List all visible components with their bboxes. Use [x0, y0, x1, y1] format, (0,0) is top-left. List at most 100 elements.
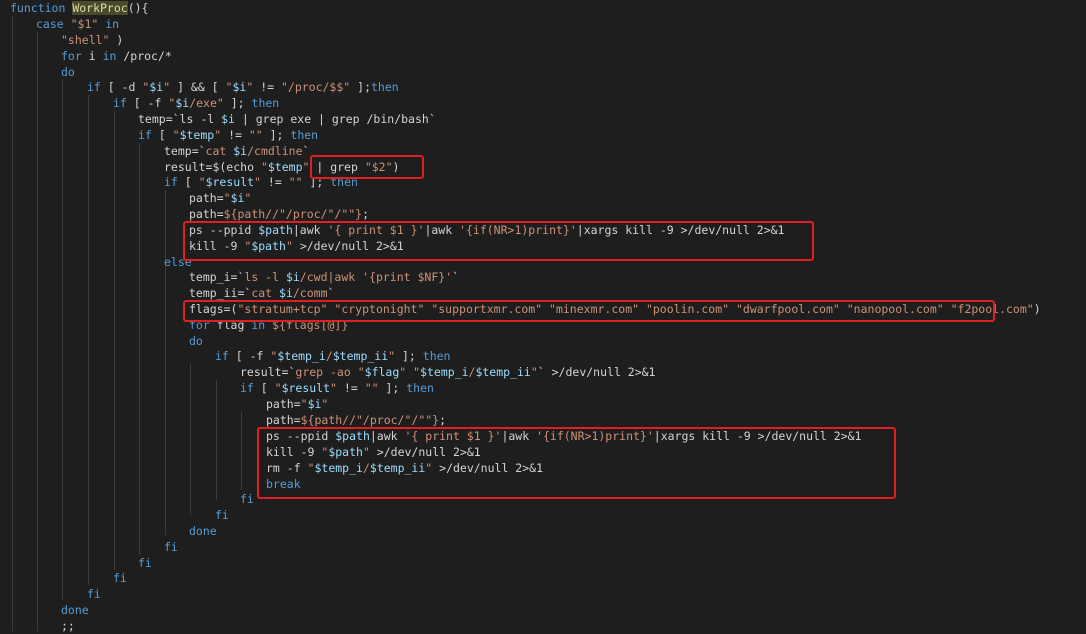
code-line[interactable]: temp=`cat $i/cmdline`: [164, 143, 309, 159]
code-line[interactable]: do: [189, 333, 203, 349]
code-token: ": [260, 160, 268, 174]
code-line[interactable]: kill -9 "$path" >/dev/null 2>&1: [266, 444, 481, 460]
code-token: ;: [439, 413, 447, 427]
code-token: path=: [266, 413, 301, 427]
code-token: ": [274, 381, 282, 395]
code-line[interactable]: result=$(echo "$temp" | grep "$2"): [164, 159, 399, 175]
code-token: function: [10, 1, 73, 15]
code-token: $i: [149, 80, 164, 94]
code-line[interactable]: if [ -d "$i" ] && [ "$i" != "/proc/$$" ]…: [87, 79, 399, 95]
code-line[interactable]: result=`grep -ao "$flag" "$temp_i/$temp_…: [240, 364, 655, 380]
code-line[interactable]: if [ -f "$temp_i/$temp_ii" ]; then: [215, 348, 450, 364]
code-line[interactable]: for i in /proc/*: [61, 48, 172, 64]
code-token: path=: [266, 397, 301, 411]
code-line[interactable]: fi: [87, 586, 101, 602]
code-line[interactable]: fi: [138, 555, 152, 571]
code-token: $i: [233, 144, 248, 158]
code-token: result=`: [240, 365, 296, 379]
code-token: "": [248, 128, 263, 142]
code-token: for: [189, 318, 217, 332]
code-token: in: [98, 17, 120, 31]
code-token: |xargs kill -9 >/dev/null 2>&1: [653, 429, 862, 443]
code-token: ${flags[@]}: [272, 318, 349, 332]
code-token: ];: [262, 128, 291, 142]
code-line[interactable]: path=${path//"/proc/"/""};: [266, 412, 446, 428]
code-line[interactable]: path="$i": [266, 396, 328, 412]
code-token: ];: [350, 80, 371, 94]
code-line[interactable]: done: [189, 523, 217, 539]
code-line[interactable]: fi: [113, 570, 127, 586]
code-token: '{ print $1 }': [404, 429, 502, 443]
code-token: "shell": [61, 33, 110, 47]
code-line[interactable]: temp_i=`ls -l $i/cwd|awk '{print $NF}'`: [189, 269, 459, 285]
code-token: |xargs kill -9 >/dev/null 2>&1: [576, 223, 785, 237]
code-token: ps --ppid: [266, 429, 336, 443]
code-line[interactable]: function WorkProc(){: [10, 0, 148, 16]
code-token: /: [362, 461, 370, 475]
code-token: ": [254, 175, 261, 189]
code-line[interactable]: for flag in ${flags[@]}: [189, 317, 348, 333]
code-token: [ -f: [235, 349, 271, 363]
code-editor[interactable]: function WorkProc(){case "$1" in "shell" …: [0, 0, 1086, 634]
code-token: $i: [232, 80, 247, 94]
code-token: fi: [215, 508, 229, 522]
code-token: if: [164, 175, 185, 189]
code-line[interactable]: case "$1" in: [36, 16, 119, 32]
code-token: WorkProc: [72, 1, 128, 15]
code-token: temp_i=`: [189, 270, 245, 284]
indent-guide: [12, 16, 13, 631]
code-line[interactable]: if [ -f "$i/exe" ]; then: [113, 95, 279, 111]
code-token: >/dev/null 2>&1: [432, 461, 543, 475]
code-token: $path: [251, 239, 286, 253]
code-token: if: [215, 349, 236, 363]
code-line[interactable]: ;;: [61, 618, 75, 634]
code-line[interactable]: fi: [240, 491, 254, 507]
code-line[interactable]: if [ "$result" != "" ]; then: [240, 380, 434, 396]
code-line[interactable]: ps --ppid $path|awk '{ print $1 }'|awk '…: [189, 222, 784, 238]
code-token: temp=`: [164, 144, 206, 158]
code-line[interactable]: rm -f "$temp_i/$temp_ii" >/dev/null 2>&1: [266, 460, 543, 476]
code-token: break: [266, 477, 301, 491]
code-token: else: [164, 255, 192, 269]
code-token: /proc/*: [123, 49, 172, 63]
code-token: fi: [113, 571, 127, 585]
code-line[interactable]: path="$i": [189, 190, 251, 206]
code-token: ] && [: [170, 80, 226, 94]
code-line[interactable]: "shell" ): [61, 32, 123, 48]
code-token: $i: [279, 286, 293, 300]
code-token: ": [285, 239, 293, 253]
code-line[interactable]: flags=("stratum+tcp" "cryptonight" "supp…: [189, 301, 1041, 317]
code-line[interactable]: break: [266, 476, 301, 492]
code-token: [: [260, 381, 275, 395]
code-line[interactable]: ps --ppid $path|awk '{ print $1 }'|awk '…: [266, 428, 861, 444]
code-line[interactable]: temp_ii=`cat $i/comm`: [189, 285, 334, 301]
code-line[interactable]: do: [61, 64, 75, 80]
code-line[interactable]: temp=`ls -l $i | grep exe | grep /bin/ba…: [138, 111, 436, 127]
code-token: "stratum+tcp" "cryptonight" "supportxmr.…: [237, 302, 1034, 316]
code-token: done: [189, 524, 217, 538]
code-line[interactable]: done: [61, 602, 89, 618]
code-token: !=: [336, 381, 365, 395]
code-token: "$2": [364, 160, 393, 174]
code-token: $temp_i: [314, 461, 363, 475]
code-line[interactable]: if [ "$temp" != "" ]; then: [138, 127, 318, 143]
code-token: ` >/dev/null 2>&1: [537, 365, 656, 379]
code-line[interactable]: if [ "$result" != "" ]; then: [164, 174, 358, 190]
code-token: i: [88, 49, 103, 63]
code-line[interactable]: else: [164, 254, 192, 270]
code-line[interactable]: path=${path//"/proc/"/""};: [189, 206, 369, 222]
code-token: /comm: [292, 286, 328, 300]
code-token: $i: [307, 397, 322, 411]
code-line[interactable]: fi: [215, 507, 229, 523]
code-token: rm -f: [266, 461, 308, 475]
code-token: [: [158, 128, 173, 142]
indent-guide: [114, 111, 115, 570]
code-line[interactable]: fi: [164, 539, 178, 555]
code-token: path=: [189, 191, 224, 205]
code-token: do: [61, 65, 75, 79]
indent-guide: [165, 190, 166, 535]
code-line[interactable]: kill -9 "$path" >/dev/null 2>&1: [189, 238, 404, 254]
code-token: $flag: [364, 365, 400, 379]
code-token: $i: [175, 96, 190, 110]
code-token: |awk: [424, 223, 460, 237]
